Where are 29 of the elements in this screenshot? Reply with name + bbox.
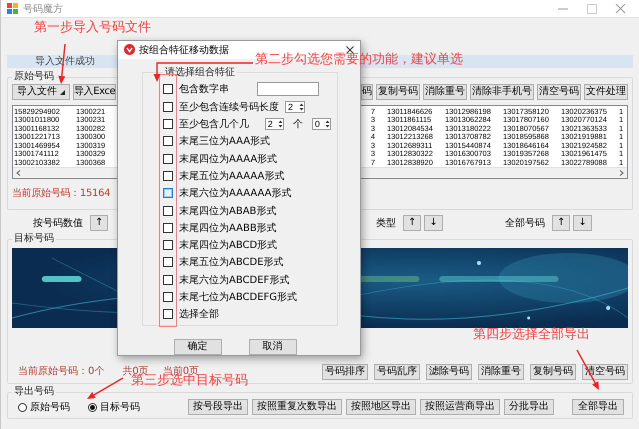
group-title: 原始号码: [13, 71, 55, 83]
page-info-text: 共0页: [122, 366, 149, 377]
option-label: 末尾七位为ABCDEFG形式: [179, 290, 298, 304]
option-label: 末尾五位为AAAAA形式: [179, 170, 284, 183]
annotation-text: 第四步选择全部导出: [473, 327, 590, 343]
dialog-title: 按组合特征移动数据: [139, 44, 230, 57]
group-title: 导出号码: [13, 386, 55, 398]
sort-label: 类型: [376, 216, 396, 230]
option-label: 末尾六位为ABCDEF形式: [179, 274, 290, 287]
sort-label: 全部号码: [505, 216, 545, 230]
count-text: 当前原始号码：15164: [12, 188, 110, 200]
sort-label: 按号码数值: [33, 216, 83, 230]
option-label: 末尾四位为ABCD形式: [179, 238, 278, 252]
unit-label: 个: [292, 118, 303, 132]
annotation-text: 第一步导入号码文件: [34, 20, 151, 36]
option-label: 末尾四位为AAAA形式: [179, 152, 278, 166]
option-label: 末尾六位为AAAAAA形式: [179, 186, 292, 200]
page-info-text: 当前原始号码：0个: [18, 366, 104, 378]
option-label: 末尾四位为ABAB形式: [179, 204, 276, 218]
group-title: 目标号码: [13, 233, 55, 245]
option-label: 末尾五位为ABCDE形式: [179, 256, 284, 270]
annotation-text: 第二步勾选您需要的功能，建议单选: [255, 52, 463, 68]
option-label: 末尾三位为AAA形式: [179, 134, 270, 148]
window-title: 号码魔方: [23, 2, 64, 16]
option-label: 至少包含几个几: [179, 118, 249, 132]
option-label: 选择全部: [179, 308, 219, 322]
option-label: 至少包含连续号码长度: [179, 100, 279, 114]
option-label: 末尾四位为AABB形式: [179, 222, 277, 235]
option-label: 包含数字串: [179, 82, 229, 96]
